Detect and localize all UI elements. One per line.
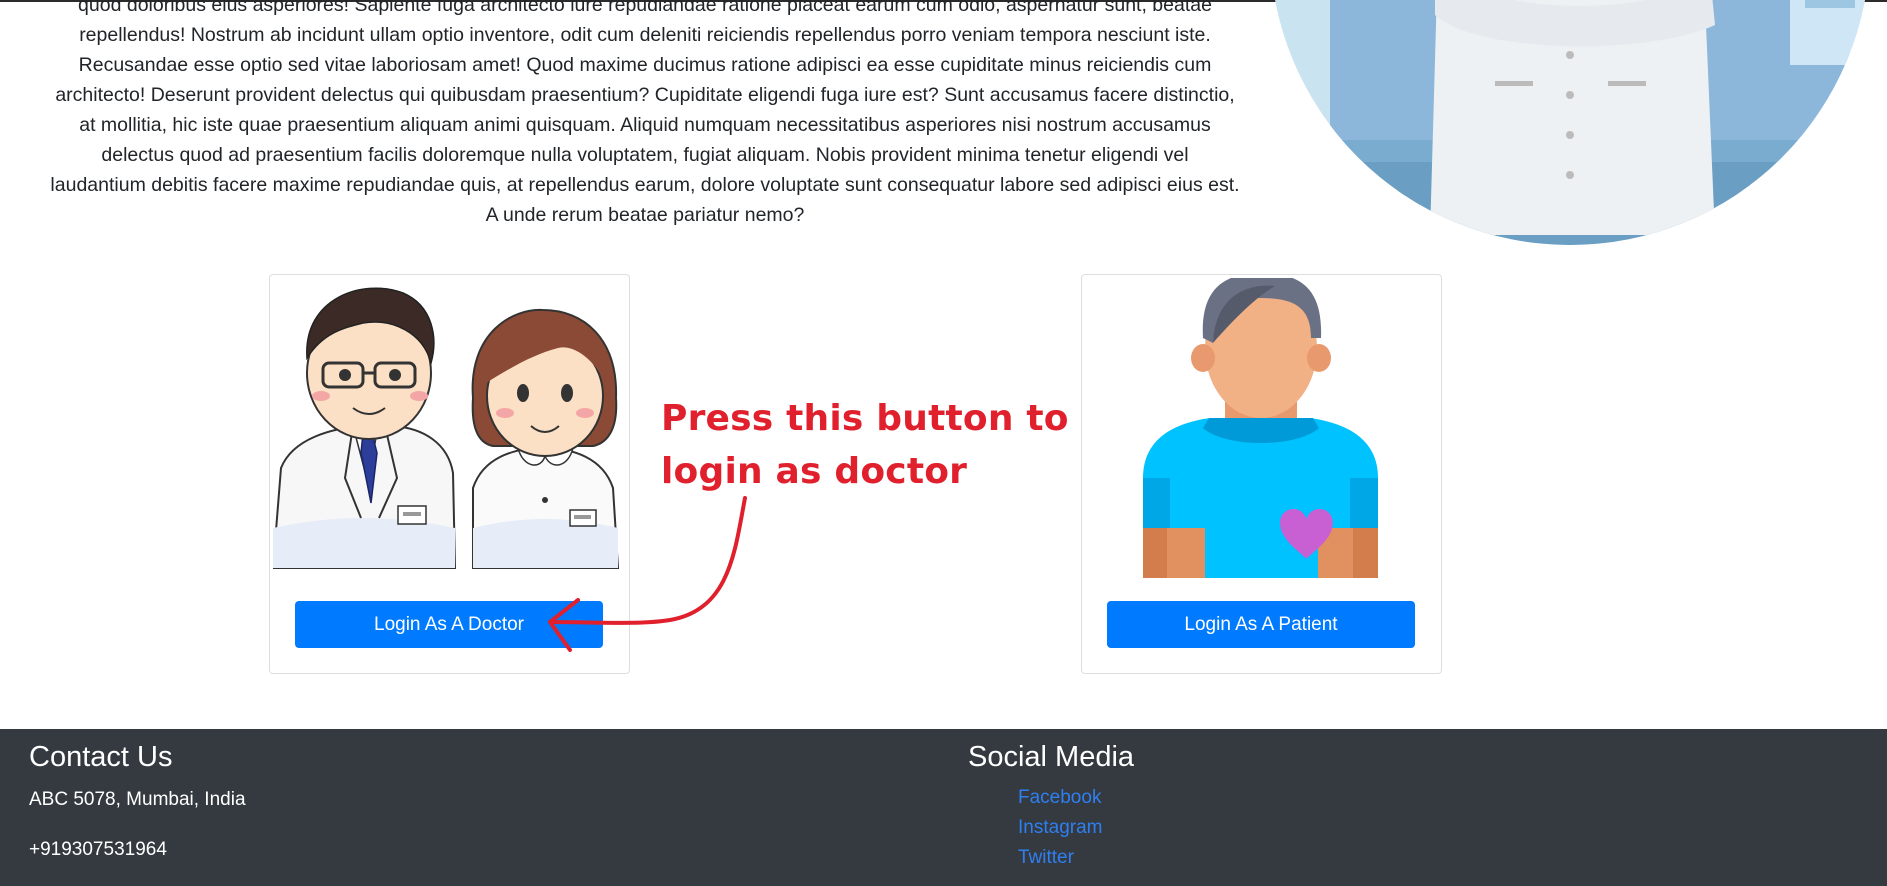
intro-line: at mollitia, hic iste quae praesentium a…	[79, 114, 1211, 136]
annotation-text: Press this button to login as doctor	[661, 392, 1081, 498]
footer: Contact Us ABC 5078, Mumbai, India +9193…	[0, 729, 1887, 886]
annotation-line: login as doctor	[661, 451, 968, 492]
contact-address: ABC 5078, Mumbai, India	[29, 789, 246, 810]
login-doctor-button[interactable]: Login As A Doctor	[295, 601, 603, 648]
intro-line: Recusandae esse optio sed vitae laborios…	[78, 54, 1212, 76]
doctor-card: Login As A Doctor	[269, 274, 630, 674]
contact-title: Contact Us	[29, 741, 173, 773]
intro-line: laudantium debitis facere maxime repudia…	[50, 174, 1240, 196]
patient-card: Login As A Patient	[1081, 274, 1442, 674]
instagram-link[interactable]: Instagram	[1018, 817, 1102, 838]
facebook-link[interactable]: Facebook	[1018, 787, 1101, 808]
social-title: Social Media	[968, 741, 1135, 773]
social-item-twitter: Twitter	[1018, 847, 1102, 877]
patient-illustration	[1143, 278, 1378, 578]
intro-line: quod doloribus eius asperiores! Sapiente…	[78, 0, 1212, 16]
doctors-illustration	[273, 287, 620, 569]
social-item-instagram: Instagram	[1018, 817, 1102, 847]
social-item-facebook: Facebook	[1018, 787, 1102, 817]
intro-line: architecto! Deserunt provident delectus …	[55, 84, 1235, 106]
intro-line: delectus quod ad praesentium facilis dol…	[101, 144, 1189, 166]
annotation-line: Press this button to	[661, 398, 1069, 439]
intro-paragraph: quod doloribus eius asperiores! Sapiente…	[20, 0, 1270, 230]
doctor-hero-illustration	[1270, 0, 1870, 245]
contact-phone: +919307531964	[29, 839, 167, 860]
social-links: Facebook Instagram Twitter	[1018, 787, 1102, 877]
twitter-link[interactable]: Twitter	[1018, 847, 1074, 868]
intro-line: repellendus! Nostrum ab incidunt ullam o…	[79, 24, 1211, 46]
intro-line: A unde rerum beatae pariatur nemo?	[485, 204, 805, 226]
login-patient-button[interactable]: Login As A Patient	[1107, 601, 1415, 648]
